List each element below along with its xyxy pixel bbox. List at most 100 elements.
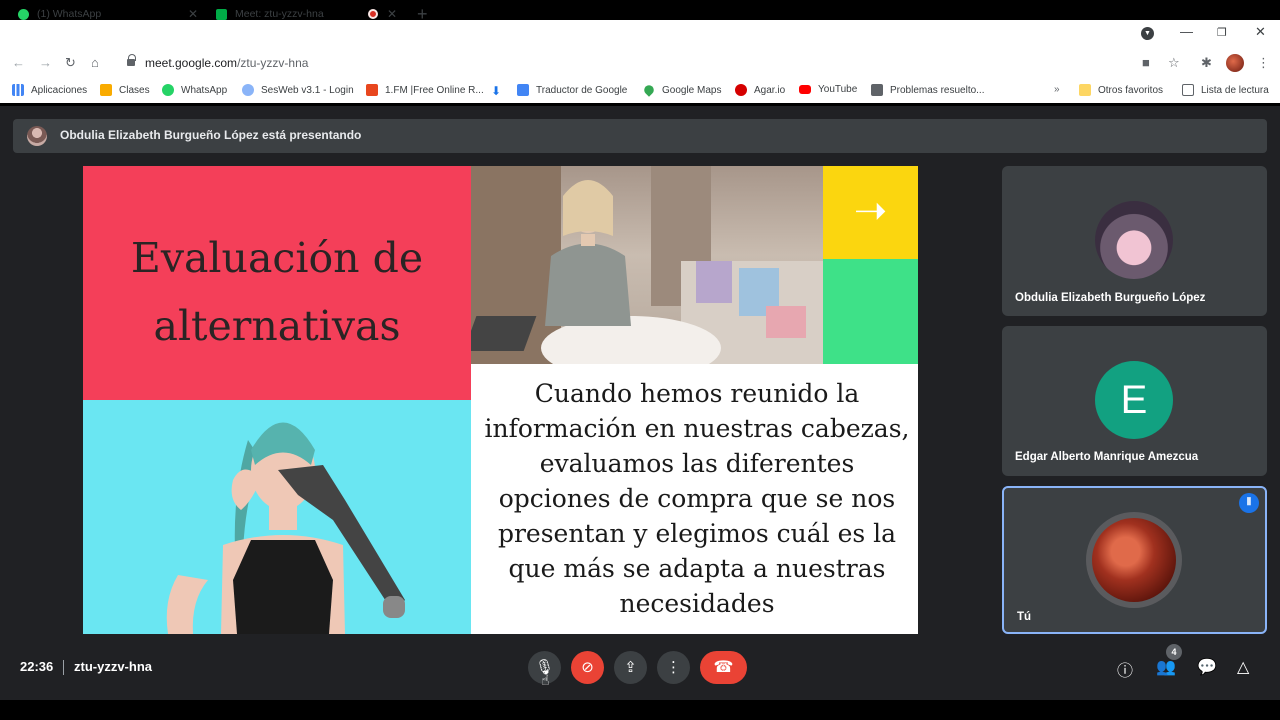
- camera-off-button[interactable]: ⊘: [571, 651, 604, 684]
- activities-icon: △: [1237, 659, 1250, 676]
- translate-icon: [517, 84, 529, 96]
- more-vert-icon: ⋮: [666, 659, 681, 676]
- bookmark-aplicaciones[interactable]: Aplicaciones: [12, 84, 87, 96]
- whatsapp-icon: [162, 84, 174, 96]
- participant-name: Edgar Alberto Manrique Amezcua: [1015, 451, 1199, 463]
- whatsapp-icon: [18, 8, 29, 20]
- self-avatar: [1092, 518, 1176, 602]
- bookmark-agar[interactable]: Agar.io: [735, 84, 785, 96]
- reading-list-icon: [1182, 84, 1194, 96]
- profile-avatar[interactable]: [1226, 54, 1244, 72]
- bookmarks-overflow-button[interactable]: »: [1054, 84, 1060, 95]
- slide-photo-robotic-arm-woman: [83, 400, 471, 634]
- speaking-indicator-icon: ⦀: [1239, 493, 1259, 513]
- bookmark-label: Aplicaciones: [31, 84, 88, 96]
- bookmark-whatsapp[interactable]: WhatsApp: [162, 84, 227, 96]
- bookmark-otros-favoritos[interactable]: Otros favoritos: [1079, 84, 1163, 96]
- reload-button[interactable]: ↻: [65, 55, 76, 71]
- bookmark-label: YouTube: [818, 84, 858, 95]
- tab-search-icon[interactable]: ▼: [1141, 27, 1154, 40]
- bookmark-youtube[interactable]: YouTube: [799, 84, 857, 95]
- divider: [63, 660, 64, 675]
- participant-tile[interactable]: E Edgar Alberto Manrique Amezcua: [1002, 326, 1267, 476]
- activities-button[interactable]: △: [1237, 657, 1249, 677]
- classroom-icon: [100, 84, 112, 96]
- hang-up-icon: ☎: [713, 659, 734, 676]
- bookmark-sesweb[interactable]: SesWeb v3.1 - Login: [242, 84, 354, 96]
- sesweb-icon: [242, 84, 254, 96]
- slide-body-text: Cuando hemos reunido la información en n…: [484, 379, 910, 618]
- window-close-button[interactable]: ✕: [1255, 24, 1266, 40]
- bookmark-label: Lista de lectura: [1201, 84, 1269, 96]
- download-icon: ⬇: [491, 84, 502, 98]
- present-screen-icon: ⇪: [624, 659, 637, 676]
- participant-tile[interactable]: Obdulia Elizabeth Burgueño López: [1002, 166, 1267, 316]
- star-icon[interactable]: ☆: [1168, 55, 1180, 71]
- bookmark-lista-lectura[interactable]: Lista de lectura: [1182, 84, 1269, 96]
- extensions-icon[interactable]: ✱: [1201, 55, 1212, 71]
- camera-off-icon: ⊘: [581, 659, 594, 676]
- radio-icon: [366, 84, 378, 96]
- leave-call-button[interactable]: ☎: [700, 651, 747, 684]
- info-icon: ⓘ: [1117, 663, 1134, 680]
- bookmark-label: WhatsApp: [181, 84, 228, 96]
- tab-label: Meet: ztu-yzzv-hna: [235, 8, 324, 20]
- restore-button[interactable]: ❐: [1217, 26, 1227, 39]
- minimize-button[interactable]: —: [1180, 24, 1193, 39]
- participant-name: Tú: [1017, 611, 1032, 623]
- present-button[interactable]: ⇪: [614, 651, 647, 684]
- presentation-slide: Evaluación de alternativas ➝ Cuando hemo…: [83, 166, 918, 634]
- forward-button[interactable]: →: [39, 55, 52, 70]
- camera-icon[interactable]: ■: [1142, 55, 1150, 70]
- bookmark-clases[interactable]: Clases: [100, 84, 150, 96]
- tab-label: (1) WhatsApp: [37, 8, 102, 20]
- mouse-cursor-icon: ☝: [541, 672, 550, 688]
- menu-icon[interactable]: ⋮: [1257, 55, 1270, 71]
- bookmark-label: Traductor de Google: [536, 84, 628, 96]
- bookmark-label: Problemas resuelto...: [890, 84, 985, 96]
- bookmark-1fm[interactable]: 1.FM |Free Online R...: [366, 84, 484, 96]
- bottom-letterbox: [0, 700, 1280, 720]
- recording-icon: [368, 9, 378, 19]
- chevron-double-right-icon: »: [1054, 84, 1060, 95]
- meeting-details-button[interactable]: ⓘ: [1117, 657, 1133, 681]
- people-button[interactable]: 👥: [1156, 657, 1176, 677]
- bookmark-label: Agar.io: [754, 84, 786, 96]
- slide-green-block: [823, 259, 918, 364]
- home-button[interactable]: ⌂: [91, 55, 99, 70]
- bookmark-label: Google Maps: [662, 84, 722, 96]
- close-tab-icon[interactable]: ✕: [188, 7, 198, 21]
- back-button[interactable]: ←: [12, 55, 25, 70]
- chat-icon: 💬: [1197, 659, 1217, 676]
- participant-name: Obdulia Elizabeth Burgueño López: [1015, 292, 1206, 304]
- presenter-banner-text: Obdulia Elizabeth Burgueño López está pr…: [60, 128, 362, 142]
- slide-title-line2: alternativas: [153, 302, 401, 350]
- bookmark-maps[interactable]: Google Maps: [642, 83, 722, 97]
- slide-title: Evaluación de alternativas: [83, 224, 471, 360]
- apps-grid-icon: [12, 84, 24, 96]
- address-bar[interactable]: meet.google.com/ztu-yzzv-hna: [145, 56, 308, 70]
- close-tab-icon[interactable]: ✕: [387, 7, 397, 21]
- self-tile[interactable]: Tú: [1002, 486, 1267, 634]
- bookmark-label: 1.FM |Free Online R...: [385, 84, 484, 96]
- youtube-icon: [799, 85, 811, 94]
- agar-icon: [735, 84, 747, 96]
- bookmark-label: Clases: [119, 84, 150, 96]
- url-host: meet.google.com: [145, 56, 238, 70]
- url-path: /ztu-yzzv-hna: [237, 56, 309, 70]
- chat-button[interactable]: 💬: [1197, 657, 1217, 677]
- tab-whatsapp[interactable]: (1) WhatsApp ✕: [18, 0, 208, 28]
- problems-icon: [871, 84, 883, 96]
- bookmark-problemas[interactable]: Problemas resuelto...: [871, 84, 985, 96]
- slide-title-line1: Evaluación de: [130, 234, 424, 282]
- more-options-button[interactable]: ⋮: [657, 651, 690, 684]
- people-icon: 👥: [1156, 659, 1176, 676]
- tab-meet[interactable]: Meet: ztu-yzzv-hna ✕: [216, 0, 406, 28]
- meeting-code: ztu-yzzv-hna: [74, 659, 152, 674]
- lock-icon[interactable]: [127, 54, 136, 67]
- bookmark-label: SesWeb v3.1 - Login: [261, 84, 354, 96]
- presenter-avatar: [27, 126, 47, 146]
- bookmark-download[interactable]: ⬇: [491, 84, 501, 98]
- new-tab-button[interactable]: +: [417, 4, 428, 25]
- bookmark-traductor[interactable]: Traductor de Google: [517, 84, 627, 96]
